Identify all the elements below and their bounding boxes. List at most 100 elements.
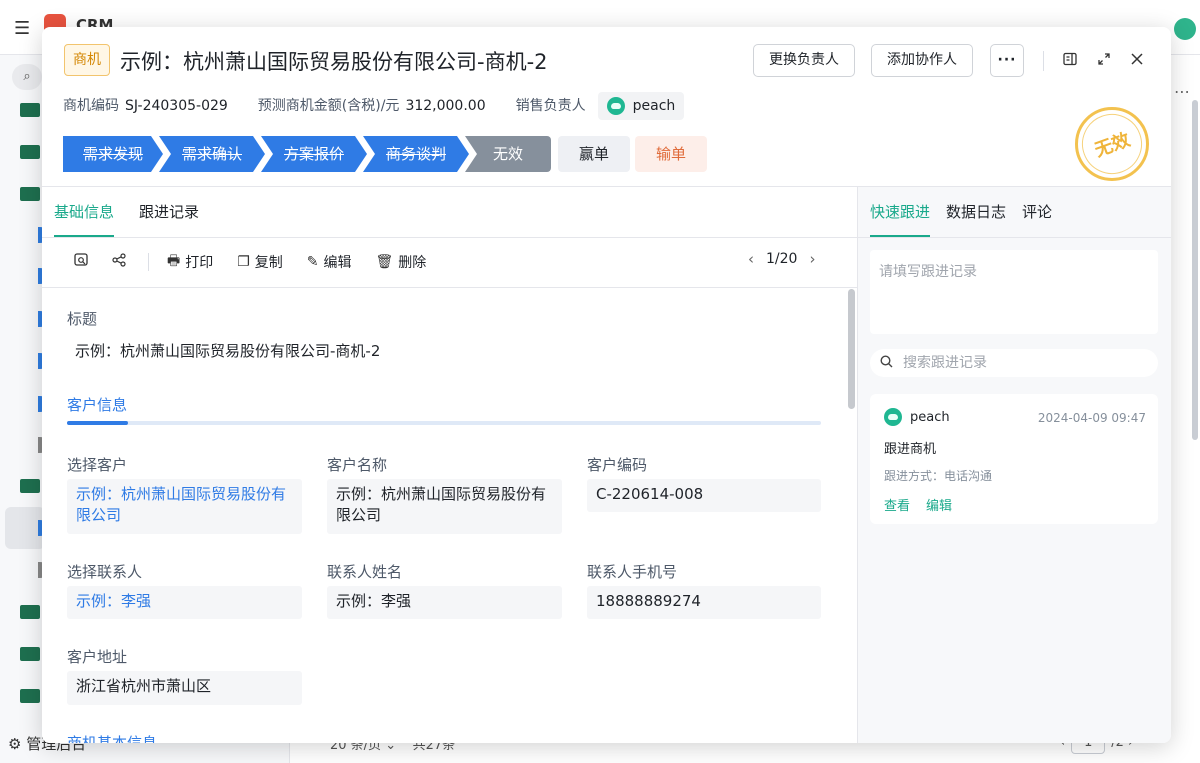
- tab-data-log[interactable]: 数据日志: [946, 187, 1006, 237]
- folder-icon[interactable]: [20, 187, 40, 201]
- copy-icon: ❐: [237, 254, 250, 270]
- avatar: [606, 97, 625, 115]
- section-basic-info: 商机基本信息: [67, 734, 158, 743]
- stage-pipeline: 需求发现 需求确认 方案报价 商务谈判 无效 赢单 输单: [63, 136, 708, 172]
- printer-icon: 🖶: [167, 253, 181, 269]
- folder-icon[interactable]: [20, 647, 40, 661]
- tab-follow-records[interactable]: 跟进记录: [139, 187, 199, 237]
- close-icon[interactable]: [1127, 51, 1147, 71]
- more-button[interactable]: ···: [990, 44, 1024, 77]
- stage-negotiation[interactable]: 商务谈判: [363, 136, 469, 172]
- expand-icon[interactable]: [1094, 51, 1114, 71]
- chevron-left-icon[interactable]: ‹: [748, 250, 754, 268]
- owner-name: peach: [632, 98, 676, 114]
- menu-icon[interactable]: ☰: [14, 18, 30, 39]
- view-link[interactable]: 查看: [884, 499, 910, 514]
- follow-up-tabs: 快速跟进 数据日志 评论: [870, 187, 1068, 237]
- contact-phone-label: 联系人手机号: [587, 563, 678, 581]
- pencil-icon: ✎: [306, 254, 319, 270]
- select-customer-label: 选择客户: [67, 456, 128, 474]
- add-collaborator-button[interactable]: 添加协作人: [871, 44, 973, 77]
- edit-button[interactable]: ✎ 编辑: [307, 252, 352, 272]
- search-input[interactable]: [903, 355, 1143, 371]
- scrollbar[interactable]: [1192, 100, 1198, 440]
- type-badge: 商机: [64, 44, 110, 76]
- stage-demand-confirm[interactable]: 需求确认: [159, 136, 265, 172]
- detail-panel: 基础信息 跟进记录 🖶 打印 ❐ 复制 ✎ 编辑 🗑 删除 ‹ 1/20 › 标题 示例…: [42, 187, 857, 743]
- title-label: 标题: [67, 310, 98, 328]
- tab-basic-info[interactable]: 基础信息: [54, 187, 115, 237]
- avatar[interactable]: [1174, 18, 1196, 40]
- delete-label: 删除: [398, 255, 427, 271]
- avatar: [884, 408, 902, 426]
- stage-quotation[interactable]: 方案报价: [261, 136, 367, 172]
- stage-demand-discovery[interactable]: 需求发现: [63, 136, 163, 172]
- select-customer-field[interactable]: 示例：杭州萧山国际贸易股份有限公司: [67, 479, 302, 534]
- amount-value: 312,000.00: [405, 98, 486, 114]
- sidebar-toggle-icon[interactable]: [1060, 51, 1080, 71]
- folder-icon[interactable]: [20, 689, 40, 703]
- share-icon[interactable]: [108, 252, 130, 272]
- address-label: 客户地址: [67, 648, 128, 666]
- record-pager: ‹ 1/20 ›: [748, 250, 815, 268]
- record-user: peach: [884, 408, 950, 426]
- folder-icon[interactable]: [20, 103, 40, 117]
- preview-icon[interactable]: [70, 252, 92, 272]
- select-contact-field[interactable]: 示例：李强: [67, 586, 302, 619]
- section-customer-info: 客户信息: [67, 396, 128, 414]
- code-value: SJ-240305-029: [125, 98, 228, 114]
- divider: [148, 253, 149, 271]
- record-time: 2024-04-09 09:47: [1037, 411, 1146, 425]
- owner-chip[interactable]: peach: [597, 92, 685, 120]
- divider: [1043, 51, 1044, 71]
- print-button[interactable]: 🖶 打印: [167, 250, 213, 274]
- divider: [42, 237, 857, 238]
- amount-label: 预测商机金额(含税)/元: [257, 98, 400, 114]
- chevron-right-icon[interactable]: ›: [809, 250, 815, 268]
- scrollbar[interactable]: [848, 289, 855, 409]
- record-method: 跟进方式：电话沟通: [884, 469, 993, 483]
- win-button[interactable]: 赢单: [558, 136, 631, 172]
- tab-quick-follow[interactable]: 快速跟进: [870, 187, 931, 237]
- copy-button[interactable]: ❐ 复制: [237, 252, 283, 272]
- address-field: 浙江省杭州市萧山区: [67, 671, 302, 705]
- print-label: 打印: [185, 255, 214, 271]
- search-icon: [880, 354, 893, 372]
- search-icon[interactable]: ⌕: [12, 64, 42, 90]
- stage-invalid[interactable]: 无效: [465, 136, 551, 172]
- detail-tabs: 基础信息 跟进记录: [54, 187, 224, 237]
- opportunity-detail-dialog: 商机 示例：杭州萧山国际贸易股份有限公司-商机-2 更换负责人 添加协作人 ··…: [42, 27, 1171, 743]
- section-underline: [67, 421, 821, 425]
- copy-label: 复制: [254, 255, 283, 271]
- change-owner-button[interactable]: 更换负责人: [753, 44, 855, 77]
- more-icon[interactable]: ⋯: [1174, 82, 1190, 101]
- contact-phone-field: 18888889274: [587, 586, 821, 619]
- select-contact-label: 选择联系人: [67, 563, 143, 581]
- owner-label: 销售负责人: [515, 98, 586, 114]
- customer-name-label: 客户名称: [327, 456, 388, 474]
- contact-name-label: 联系人姓名: [327, 563, 403, 581]
- folder-icon[interactable]: [20, 605, 40, 619]
- contact-name-field: 示例：李强: [327, 586, 562, 619]
- follow-search[interactable]: [870, 349, 1158, 377]
- record-title: 跟进商机: [884, 442, 937, 457]
- trash-icon: 🗑: [375, 254, 394, 270]
- folder-icon[interactable]: [20, 145, 40, 159]
- detail-toolbar: 🖶 打印 ❐ 复制 ✎ 编辑 🗑 删除: [70, 247, 450, 277]
- opportunity-meta: 商机编码 SJ-240305-029 预测商机金额(含税)/元 312,000.00 销…: [63, 92, 685, 122]
- follow-record-card: peach 2024-04-09 09:47 跟进商机 跟进方式：电话沟通 查看…: [870, 394, 1158, 524]
- follow-up-panel: 快速跟进 数据日志 评论 peach 2024-04-09 09:47 跟进商机…: [858, 187, 1171, 743]
- customer-name-field: 示例：杭州萧山国际贸易股份有限公司: [327, 479, 562, 534]
- edit-link[interactable]: 编辑: [926, 499, 952, 514]
- follow-note-input[interactable]: [870, 250, 1158, 334]
- lose-button[interactable]: 输单: [635, 136, 708, 172]
- customer-code-field: C-220614-008: [587, 479, 821, 512]
- stamp-text: 无效: [1073, 105, 1151, 183]
- edit-label: 编辑: [323, 255, 352, 271]
- tab-comments[interactable]: 评论: [1022, 187, 1052, 237]
- folder-icon[interactable]: [20, 479, 40, 493]
- page-title: 示例：杭州萧山国际贸易股份有限公司-商机-2: [120, 50, 548, 74]
- customer-code-label: 客户编码: [587, 456, 648, 474]
- dialog-header: 商机 示例：杭州萧山国际贸易股份有限公司-商机-2 更换负责人 添加协作人 ··…: [42, 27, 1171, 187]
- delete-button[interactable]: 🗑 删除: [376, 252, 427, 272]
